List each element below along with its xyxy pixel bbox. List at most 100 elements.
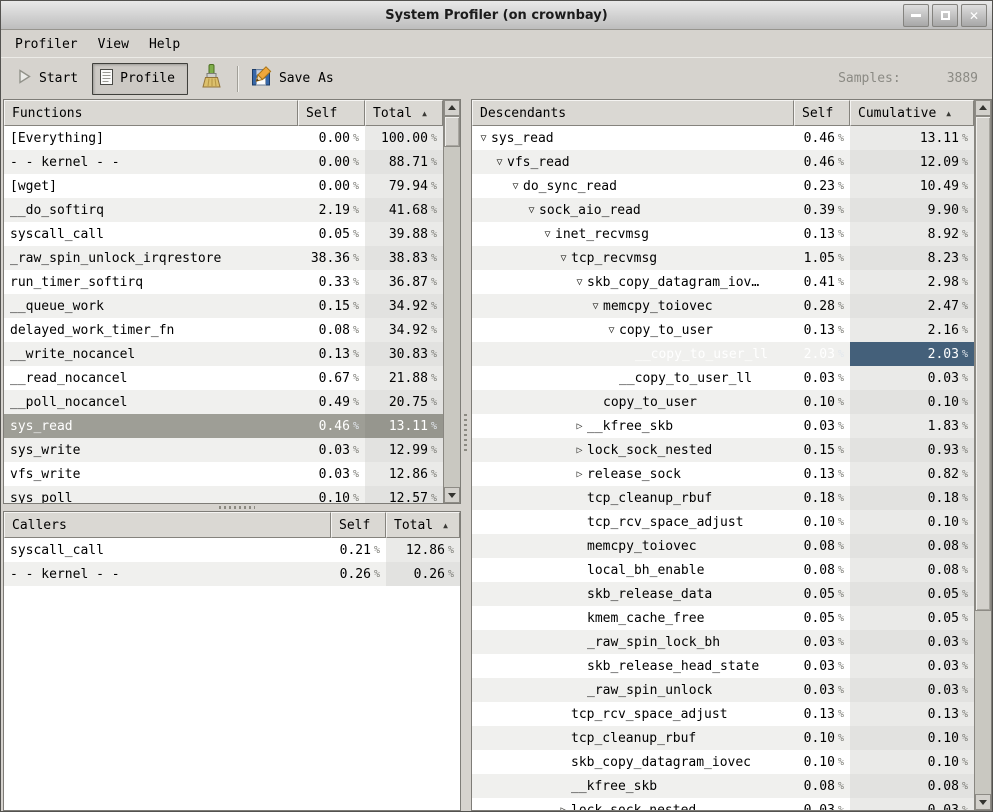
total-column-header[interactable]: Total▲	[365, 100, 443, 126]
tree-row[interactable]: __kfree_skb0.08%0.08%	[472, 774, 974, 798]
tree-row[interactable]: ▽skb_copy_datagram_iov…0.41%2.98%	[472, 270, 974, 294]
menu-view[interactable]: View	[88, 34, 139, 55]
expander-open-icon[interactable]: ▽	[604, 325, 619, 336]
percent-value: 0.08%	[794, 774, 850, 798]
tree-row[interactable]: __copy_to_user_ll0.03%0.03%	[472, 366, 974, 390]
table-row[interactable]: vfs_write0.03%12.86%	[4, 462, 443, 486]
self-column-header[interactable]: Self	[298, 100, 365, 126]
table-row[interactable]: _raw_spin_unlock_irqrestore38.36%38.83%	[4, 246, 443, 270]
cumulative-column-header[interactable]: Cumulative▲	[850, 100, 974, 126]
tree-row[interactable]: ▽tcp_recvmsg1.05%8.23%	[472, 246, 974, 270]
self-column-label: Self	[339, 518, 370, 533]
expander-open-icon[interactable]: ▽	[476, 133, 491, 144]
scroll-down-button[interactable]	[444, 487, 460, 503]
scroll-down-button[interactable]	[975, 794, 991, 810]
close-button[interactable]: ✕	[961, 4, 987, 27]
start-button[interactable]: Start	[11, 65, 84, 92]
table-row[interactable]: [wget]0.00%79.94%	[4, 174, 443, 198]
function-name: ▽memcpy_toiovec	[472, 294, 794, 318]
tree-row[interactable]: ▽memcpy_toiovec0.28%2.47%	[472, 294, 974, 318]
table-row[interactable]: - - kernel - -0.26%0.26%	[4, 562, 460, 586]
tree-row[interactable]: ▷release_sock0.13%0.82%	[472, 462, 974, 486]
percent-value: 0.93%	[850, 438, 974, 462]
table-row[interactable]: sys_poll0.10%12.57%	[4, 486, 443, 503]
tree-row[interactable]: ▷__kfree_skb0.03%1.83%	[472, 414, 974, 438]
expander-open-icon[interactable]: ▽	[588, 301, 603, 312]
tree-row[interactable]: local_bh_enable0.08%0.08%	[472, 558, 974, 582]
clear-brush-button[interactable]	[197, 62, 226, 95]
menu-profiler[interactable]: Profiler	[5, 34, 88, 55]
tree-row[interactable]: tcp_cleanup_rbuf0.18%0.18%	[472, 486, 974, 510]
percent-value: 0.46%	[794, 150, 850, 174]
total-column-header[interactable]: Total▲	[386, 512, 460, 538]
maximize-button[interactable]	[932, 4, 958, 27]
save-as-button[interactable]: Save As	[250, 66, 334, 92]
profile-toggle-button[interactable]: Profile	[92, 63, 188, 95]
menu-help[interactable]: Help	[139, 34, 190, 55]
tree-row[interactable]: ▽vfs_read0.46%12.09%	[472, 150, 974, 174]
tree-row[interactable]: skb_copy_datagram_iovec0.10%0.10%	[472, 750, 974, 774]
scroll-up-button[interactable]	[444, 100, 460, 116]
table-row[interactable]: delayed_work_timer_fn0.08%34.92%	[4, 318, 443, 342]
table-row[interactable]: run_timer_softirq0.33%36.87%	[4, 270, 443, 294]
percent-value: 2.03%	[850, 342, 974, 366]
table-row[interactable]: sys_write0.03%12.99%	[4, 438, 443, 462]
tree-row[interactable]: ▽do_sync_read0.23%10.49%	[472, 174, 974, 198]
table-row[interactable]: __queue_work0.15%34.92%	[4, 294, 443, 318]
functions-column-label: Functions	[12, 106, 82, 121]
tree-row[interactable]: _raw_spin_unlock0.03%0.03%	[472, 678, 974, 702]
tree-row[interactable]: _raw_spin_lock_bh0.03%0.03%	[472, 630, 974, 654]
expander-closed-icon[interactable]: ▷	[572, 421, 587, 432]
table-row[interactable]: __do_softirq2.19%41.68%	[4, 198, 443, 222]
expander-open-icon[interactable]: ▽	[508, 181, 523, 192]
expander-closed-icon[interactable]: ▷	[556, 805, 571, 811]
expander-open-icon[interactable]: ▽	[540, 229, 555, 240]
tree-row[interactable]: __copy_to_user_ll2.03%2.03%	[472, 342, 974, 366]
table-row[interactable]: __poll_nocancel0.49%20.75%	[4, 390, 443, 414]
vertical-pane-divider[interactable]	[461, 99, 471, 811]
table-row[interactable]: __write_nocancel0.13%30.83%	[4, 342, 443, 366]
descendants-column-header[interactable]: Descendants	[472, 100, 794, 126]
tree-row[interactable]: copy_to_user0.10%0.10%	[472, 390, 974, 414]
expander-open-icon[interactable]: ▽	[524, 205, 539, 216]
expander-open-icon[interactable]: ▽	[492, 157, 507, 168]
tree-row[interactable]: ▽inet_recvmsg0.13%8.92%	[472, 222, 974, 246]
tree-row[interactable]: memcpy_toiovec0.08%0.08%	[472, 534, 974, 558]
titlebar[interactable]: System Profiler (on crownbay) ✕	[1, 1, 992, 30]
tree-row[interactable]: ▽sys_read0.46%13.11%	[472, 126, 974, 150]
percent-value: 34.92%	[365, 294, 443, 318]
descendants-header-row: Descendants Self Cumulative▲	[472, 100, 974, 126]
tree-row[interactable]: ▽sock_aio_read0.39%9.90%	[472, 198, 974, 222]
tree-row[interactable]: ▽copy_to_user0.13%2.16%	[472, 318, 974, 342]
tree-row[interactable]: skb_release_data0.05%0.05%	[472, 582, 974, 606]
tree-row[interactable]: kmem_cache_free0.05%0.05%	[472, 606, 974, 630]
functions-column-header[interactable]: Functions	[4, 100, 298, 126]
expander-closed-icon[interactable]: ▷	[572, 469, 587, 480]
table-row[interactable]: syscall_call0.05%39.88%	[4, 222, 443, 246]
tree-row[interactable]: tcp_cleanup_rbuf0.10%0.10%	[472, 726, 974, 750]
tree-row[interactable]: ▷lock_sock_nested0.15%0.93%	[472, 438, 974, 462]
expander-open-icon[interactable]: ▽	[556, 253, 571, 264]
minimize-button[interactable]	[903, 4, 929, 27]
table-row[interactable]: - - kernel - -0.00%88.71%	[4, 150, 443, 174]
callers-column-header[interactable]: Callers	[4, 512, 331, 538]
scrollbar-thumb[interactable]	[975, 116, 991, 611]
tree-row[interactable]: tcp_rcv_space_adjust0.13%0.13%	[472, 702, 974, 726]
horizontal-pane-divider[interactable]	[3, 504, 461, 511]
descendants-scrollbar[interactable]	[974, 100, 991, 810]
tree-row[interactable]: tcp_rcv_space_adjust0.10%0.10%	[472, 510, 974, 534]
scroll-up-button[interactable]	[975, 100, 991, 116]
expander-open-icon[interactable]: ▽	[572, 277, 587, 288]
functions-scrollbar[interactable]	[443, 100, 460, 503]
tree-row[interactable]: skb_release_head_state0.03%0.03%	[472, 654, 974, 678]
table-row[interactable]: __read_nocancel0.67%21.88%	[4, 366, 443, 390]
descendants-column-label: Descendants	[480, 106, 566, 121]
expander-closed-icon[interactable]: ▷	[572, 445, 587, 456]
table-row[interactable]: sys_read0.46%13.11%	[4, 414, 443, 438]
self-column-header[interactable]: Self	[331, 512, 386, 538]
table-row[interactable]: [Everything]0.00%100.00%	[4, 126, 443, 150]
scrollbar-thumb[interactable]	[444, 116, 460, 147]
table-row[interactable]: syscall_call0.21%12.86%	[4, 538, 460, 562]
tree-row[interactable]: ▷lock_sock_nested0.03%0.03%	[472, 798, 974, 810]
self-column-header[interactable]: Self	[794, 100, 850, 126]
